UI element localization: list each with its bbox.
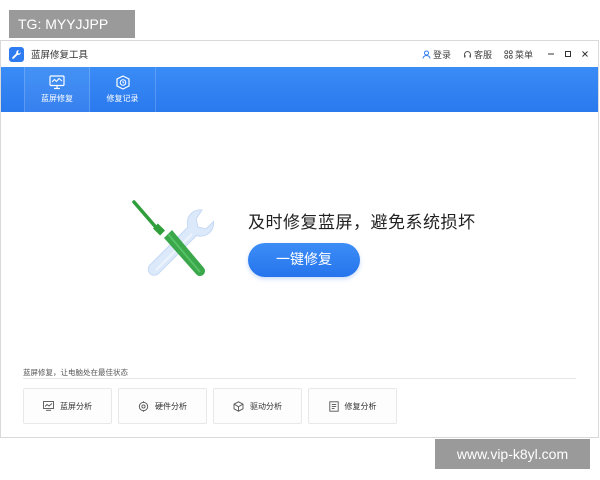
tab-label: 修复记录 xyxy=(106,94,139,103)
wrench-app-icon xyxy=(9,46,24,62)
app-window: 蓝屏修复工具 登录 客服 菜单 蓝屏修复 修复记录 及时修复蓝屏，避免系统损坏 … xyxy=(0,40,599,438)
headset-icon xyxy=(463,50,471,57)
card-label: 修复分析 xyxy=(344,401,377,411)
divider xyxy=(23,378,576,379)
record-icon xyxy=(115,75,130,90)
login-button[interactable]: 登录 xyxy=(422,48,451,61)
footer-label: 蓝屏修复，让电脑处在最佳状态 xyxy=(23,368,128,377)
minimize-icon xyxy=(548,53,554,55)
card-label: 硬件分析 xyxy=(155,401,187,411)
repair-icon xyxy=(328,400,339,412)
service-label: 客服 xyxy=(473,50,492,61)
minimize-button[interactable] xyxy=(544,47,558,61)
title-bar: 蓝屏修复工具 登录 客服 菜单 xyxy=(1,41,598,67)
card-label: 蓝屏分析 xyxy=(60,401,92,411)
app-title: 蓝屏修复工具 xyxy=(31,50,89,61)
monitor-icon xyxy=(49,75,65,90)
bluescreen-analysis-button[interactable]: 蓝屏分析 xyxy=(23,388,112,424)
hero-headline: 及时修复蓝屏，避免系统损坏 xyxy=(248,213,476,233)
tab-label: 蓝屏修复 xyxy=(41,94,73,103)
one-click-repair-button[interactable]: 一键修复 xyxy=(248,243,360,277)
title-actions: 登录 客服 菜单 xyxy=(410,47,598,61)
analysis-cards: 蓝屏分析 硬件分析 驱动分析 修复分析 xyxy=(23,388,403,424)
maximize-icon xyxy=(565,51,571,57)
close-icon xyxy=(582,51,588,57)
watermark-top: TG: MYYJJPP xyxy=(9,10,135,38)
hardware-analysis-button[interactable]: 硬件分析 xyxy=(118,388,207,424)
repair-analysis-button[interactable]: 修复分析 xyxy=(308,388,397,424)
grid-icon xyxy=(504,49,513,59)
hardware-icon xyxy=(138,400,149,412)
window-controls xyxy=(541,47,592,61)
tab-repair-records[interactable]: 修复记录 xyxy=(90,67,156,112)
close-button[interactable] xyxy=(578,47,592,61)
user-icon xyxy=(422,50,431,59)
nav-bar: 蓝屏修复 修复记录 xyxy=(1,67,598,112)
maximize-button[interactable] xyxy=(561,47,575,61)
login-label: 登录 xyxy=(432,50,451,61)
card-label: 驱动分析 xyxy=(250,401,282,411)
watermark-bottom: www.vip-k8yl.com xyxy=(435,439,590,469)
driver-icon xyxy=(233,400,244,412)
chart-icon xyxy=(43,401,54,411)
menu-button[interactable]: 菜单 xyxy=(504,48,533,61)
driver-analysis-button[interactable]: 驱动分析 xyxy=(213,388,302,424)
tab-bluescreen-repair[interactable]: 蓝屏修复 xyxy=(24,67,90,112)
repair-tools-illustration xyxy=(132,200,215,276)
service-button[interactable]: 客服 xyxy=(463,48,492,61)
menu-label: 菜单 xyxy=(514,50,533,61)
